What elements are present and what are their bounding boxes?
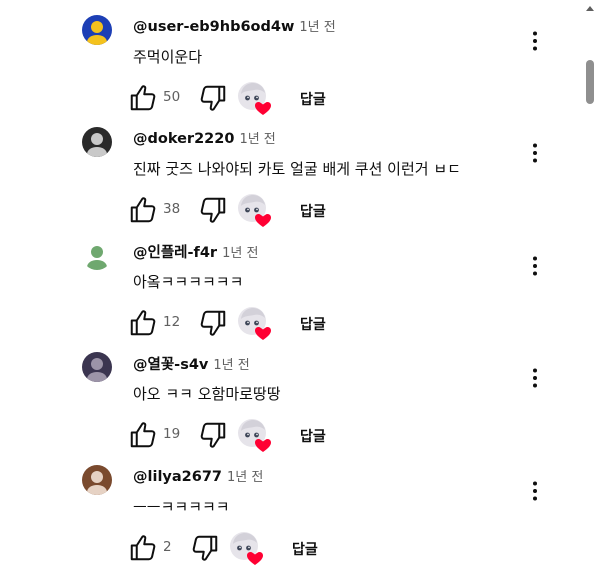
comment: @user-eb9hb6od4w 1년 전 주먹이운다 50 답글 xyxy=(0,0,580,115)
more-vert-icon[interactable] xyxy=(520,251,550,281)
thumb-up-icon[interactable] xyxy=(128,83,158,113)
comments-panel: @user-eb9hb6od4w 1년 전 주먹이운다 50 답글 @doker… xyxy=(0,0,597,571)
avatar-image-icon xyxy=(82,465,112,495)
like-count: 50 xyxy=(163,89,181,105)
author-name[interactable]: @user-eb9hb6od4w xyxy=(133,19,294,35)
creator-heart-icon[interactable] xyxy=(236,80,272,116)
like-count: 12 xyxy=(163,314,181,330)
comment-timestamp[interactable]: 1년 전 xyxy=(239,132,275,147)
comment-actions: 2 답글 xyxy=(128,530,348,566)
comment-timestamp[interactable]: 1년 전 xyxy=(299,20,335,35)
comment: @열꽃-s4v 1년 전 아오 ㅋㅋ 오함마로땅땅 19 답글 xyxy=(0,337,580,452)
comment-header: @user-eb9hb6od4w 1년 전 xyxy=(133,16,336,35)
thumb-up-icon[interactable] xyxy=(128,420,158,450)
creator-heart-icon[interactable] xyxy=(228,530,264,566)
thumb-down-icon[interactable] xyxy=(198,195,228,225)
comment-header: @lilya2677 1년 전 xyxy=(133,466,263,485)
thumb-up-icon[interactable] xyxy=(128,533,158,563)
comment-text: 아옼ㅋㅋㅋㅋㅋㅋ xyxy=(133,273,244,291)
author-name[interactable]: @lilya2677 xyxy=(133,469,222,485)
scrollbar-thumb[interactable] xyxy=(586,60,594,104)
reply-button[interactable]: 답글 xyxy=(300,201,326,221)
comment-timestamp[interactable]: 1년 전 xyxy=(227,470,263,485)
avatar-image-icon xyxy=(82,352,112,382)
thumb-down-icon[interactable] xyxy=(198,83,228,113)
avatar[interactable] xyxy=(82,240,112,270)
avatar[interactable] xyxy=(82,127,112,157)
comment-text: 진짜 굿즈 나와야되 카토 얼굴 배게 쿠션 이런거 ㅂㄷ xyxy=(133,160,461,178)
comment-actions: 50 답글 xyxy=(128,80,348,116)
comment-actions: 38 답글 xyxy=(128,192,348,228)
comment-actions: 12 답글 xyxy=(128,305,348,341)
reply-button[interactable]: 답글 xyxy=(300,314,326,334)
avatar[interactable] xyxy=(82,15,112,45)
comment-text: 아오 ㅋㅋ 오함마로땅땅 xyxy=(133,385,281,403)
comment-header: @열꽃-s4v 1년 전 xyxy=(133,353,250,374)
scrollbar[interactable] xyxy=(583,0,597,571)
comment-timestamp[interactable]: 1년 전 xyxy=(213,358,249,373)
thumb-down-icon[interactable] xyxy=(198,420,228,450)
more-vert-icon[interactable] xyxy=(520,476,550,506)
thumb-up-icon[interactable] xyxy=(128,308,158,338)
reply-button[interactable]: 답글 xyxy=(292,539,318,559)
like-count: 38 xyxy=(163,201,181,217)
reply-button[interactable]: 답글 xyxy=(300,89,326,109)
scroll-up-arrow-icon[interactable] xyxy=(585,4,595,12)
comment-text: ㅡㅡㅋㅋㅋㅋㅋ xyxy=(133,498,230,516)
like-count: 2 xyxy=(163,539,172,555)
creator-heart-icon[interactable] xyxy=(236,192,272,228)
comment-header: @인플레-f4r 1년 전 xyxy=(133,241,258,262)
comment-header: @doker2220 1년 전 xyxy=(133,128,276,147)
thumb-down-icon[interactable] xyxy=(190,533,220,563)
more-vert-icon[interactable] xyxy=(520,138,550,168)
avatar-image-icon xyxy=(82,127,112,157)
avatar[interactable] xyxy=(82,465,112,495)
like-count: 19 xyxy=(163,426,181,442)
more-vert-icon[interactable] xyxy=(520,26,550,56)
creator-heart-icon[interactable] xyxy=(236,417,272,453)
comment: @lilya2677 1년 전 ㅡㅡㅋㅋㅋㅋㅋ 2 답글 xyxy=(0,450,580,565)
thumb-down-icon[interactable] xyxy=(198,308,228,338)
avatar-image-icon xyxy=(82,15,112,45)
comment-timestamp[interactable]: 1년 전 xyxy=(222,246,258,261)
avatar[interactable] xyxy=(82,352,112,382)
comment-actions: 19 답글 xyxy=(128,417,348,453)
reply-button[interactable]: 답글 xyxy=(300,426,326,446)
author-name[interactable]: @인플레-f4r xyxy=(133,245,217,261)
thumb-up-icon[interactable] xyxy=(128,195,158,225)
author-name[interactable]: @doker2220 xyxy=(133,131,234,147)
author-name[interactable]: @열꽃-s4v xyxy=(133,357,208,373)
comment: @인플레-f4r 1년 전 아옼ㅋㅋㅋㅋㅋㅋ 12 답글 xyxy=(0,225,580,340)
more-vert-icon[interactable] xyxy=(520,363,550,393)
avatar-image-icon xyxy=(82,240,112,270)
comment-text: 주먹이운다 xyxy=(133,48,203,66)
comment: @doker2220 1년 전 진짜 굿즈 나와야되 카토 얼굴 배게 쿠션 이런… xyxy=(0,112,580,227)
creator-heart-icon[interactable] xyxy=(236,305,272,341)
